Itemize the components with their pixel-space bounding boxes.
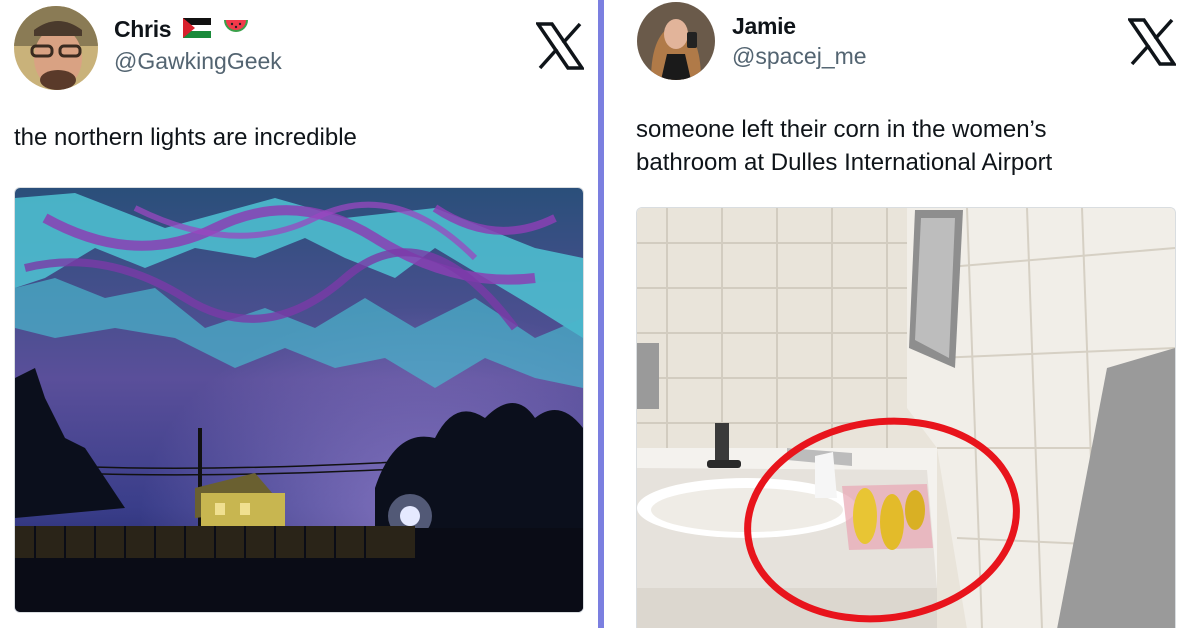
tweet-text: the northern lights are incredible bbox=[14, 124, 357, 151]
avatar[interactable] bbox=[637, 2, 715, 80]
northern-lights-photo[interactable] bbox=[14, 187, 584, 613]
display-name[interactable]: Jamie bbox=[732, 13, 796, 40]
watermelon-icon bbox=[223, 17, 249, 44]
tweet-card-chris: Chris @GawkingGeek the northern lights a… bbox=[0, 0, 598, 628]
tweet-text: someone left their corn in the women’s b… bbox=[636, 113, 1052, 179]
x-logo-icon[interactable] bbox=[1126, 18, 1178, 71]
user-handle[interactable]: @GawkingGeek bbox=[114, 48, 282, 75]
tweet-text-line-2: bathroom at Dulles International Airport bbox=[636, 149, 1053, 176]
tweet-text-line-1: someone left their corn in the women’s bbox=[636, 116, 1047, 143]
display-name-text: Chris bbox=[114, 16, 172, 42]
bathroom-corn-photo[interactable] bbox=[636, 207, 1176, 628]
tweet-card-jamie: Jamie @spacej_me someone left their corn… bbox=[604, 0, 1200, 628]
x-logo-icon[interactable] bbox=[534, 22, 586, 75]
avatar[interactable] bbox=[14, 6, 98, 90]
user-handle[interactable]: @spacej_me bbox=[732, 43, 867, 70]
display-name[interactable]: Chris bbox=[114, 16, 249, 44]
palestine-flag-icon bbox=[183, 17, 212, 44]
